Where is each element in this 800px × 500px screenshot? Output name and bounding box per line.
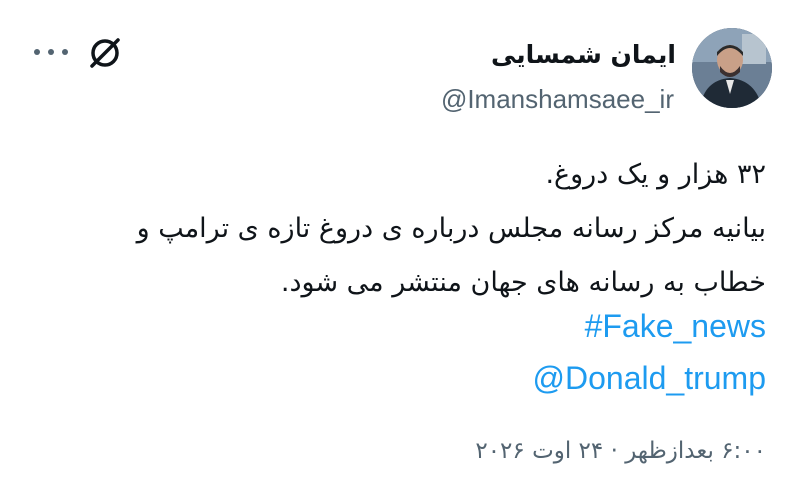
author-handle[interactable]: @Imanshamsaee_ir [441,84,674,115]
tweet-timestamp[interactable]: ۶:۰۰ بعدازظهر · ۲۴ اوت ۲۰۲۶ [475,438,766,464]
hashtag-link[interactable]: #Fake_news [585,308,766,345]
tweet-line: بیانیه مرکز رسانه مجلس درباره ی دروغ تاز… [136,213,766,244]
author-display-name[interactable]: ایمان شمسایی [491,40,676,69]
avatar-image [692,28,772,108]
mention-link[interactable]: @Donald_trump [533,360,766,397]
tweet-line: خطاب به رسانه های جهان منتشر می شود. [280,267,766,298]
more-horizontal-icon [34,49,40,55]
more-options-button[interactable] [34,40,68,64]
tweet-line: ۳۲ هزار و یک دروغ. [545,159,766,190]
tweet-text: ۳۲ هزار و یک دروغ. بیانیه مرکز رسانه مجل… [26,148,766,310]
tweet-card: ایمان شمسایی @Imanshamsaee_ir ۳۲ هزار و … [0,0,800,500]
grok-icon[interactable] [86,34,124,72]
avatar[interactable] [692,28,772,108]
